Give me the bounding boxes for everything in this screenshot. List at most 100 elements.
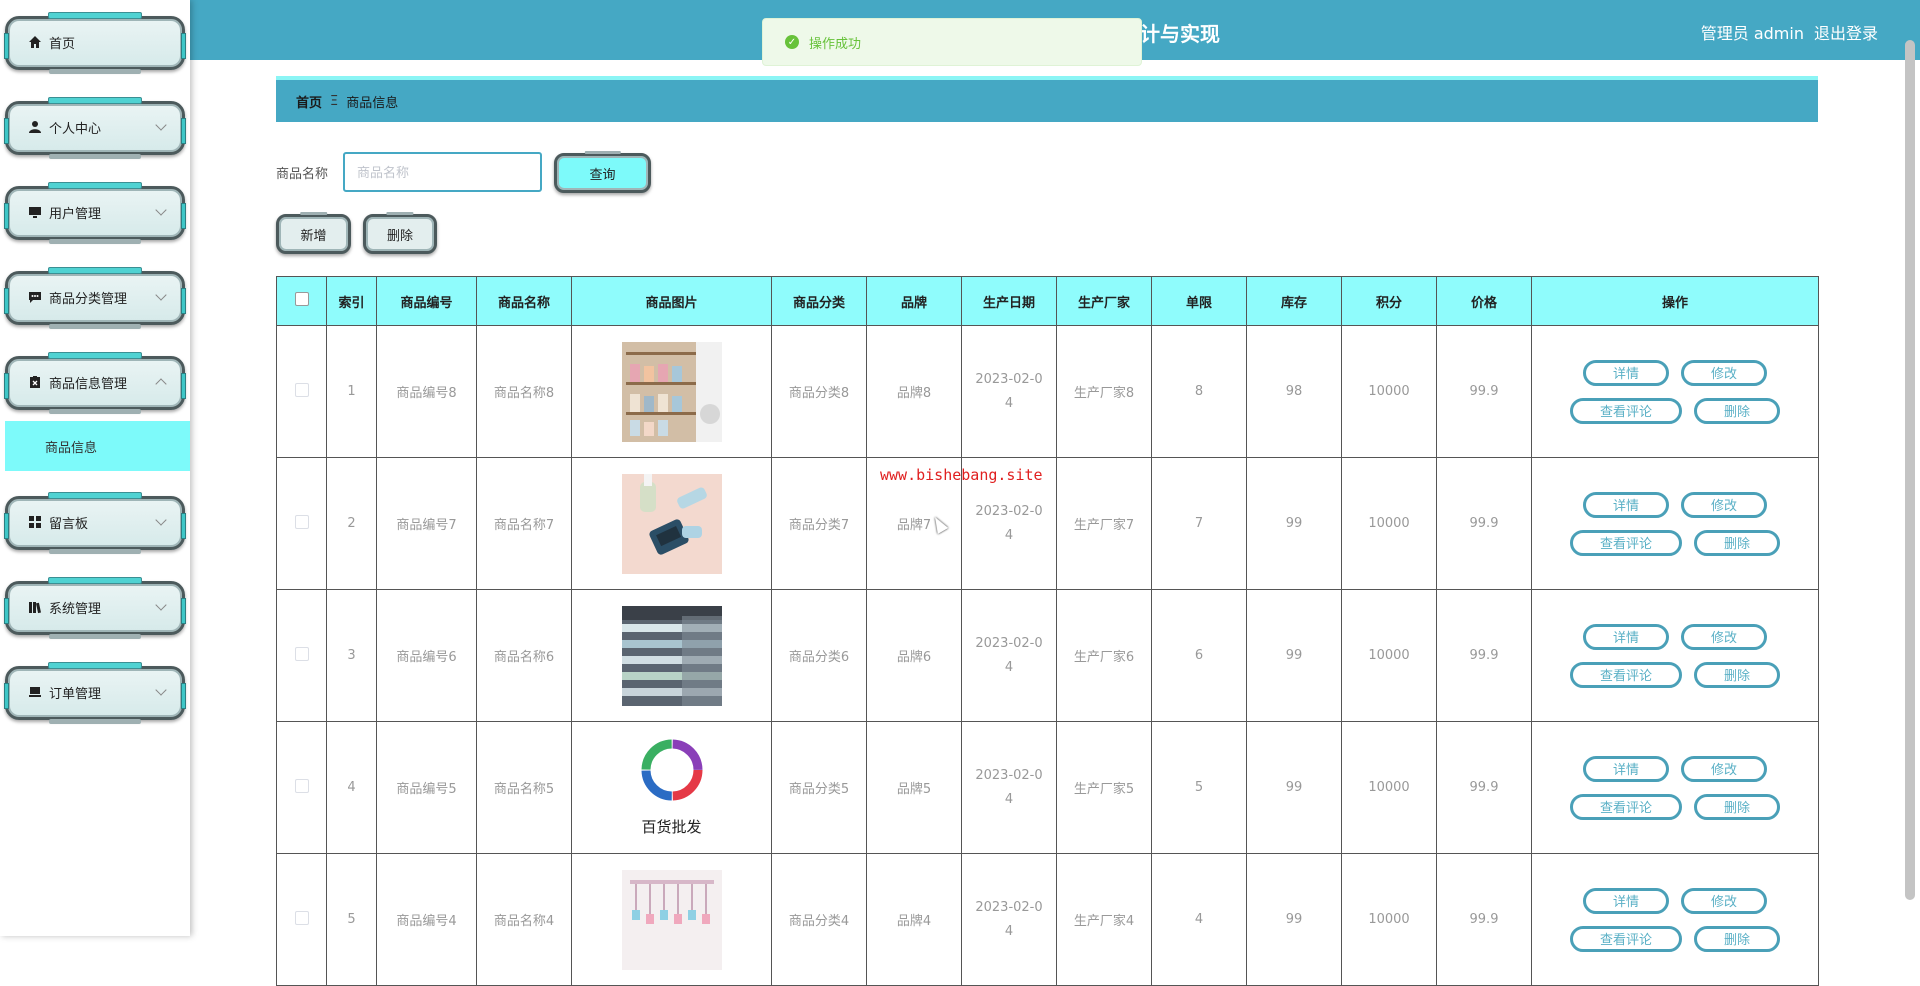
chevron-down-icon bbox=[155, 204, 167, 216]
cell-price: 99.9 bbox=[1436, 721, 1532, 854]
edit-button[interactable]: 修改 bbox=[1681, 755, 1767, 782]
chevron-down-icon bbox=[155, 514, 167, 526]
chevron-down-icon bbox=[155, 684, 167, 696]
sidebar-item-orders[interactable]: 订单管理 bbox=[4, 660, 186, 724]
cell-name: 商品名称8 bbox=[476, 325, 572, 458]
cell-maker: 生产厂家5 bbox=[1056, 721, 1152, 854]
cart-icon bbox=[27, 684, 43, 700]
cell-limit: 8 bbox=[1151, 325, 1247, 458]
detail-button[interactable]: 详情 bbox=[1583, 491, 1669, 518]
cell-maker: 生产厂家6 bbox=[1056, 589, 1152, 722]
query-button[interactable]: 查询 bbox=[554, 153, 651, 193]
row-checkbox[interactable] bbox=[294, 646, 309, 661]
column-header: 单限 bbox=[1151, 276, 1247, 326]
chat-icon bbox=[27, 289, 43, 305]
table-row: 2 商品编号7 商品名称7 商品分类7 品牌7 2023-02-04 生产厂家7… bbox=[276, 457, 1819, 590]
table-row: 5 商品编号4 商品名称4 商品分类4 品牌4 2023-02-04 生产厂家4… bbox=[276, 853, 1819, 986]
cell-category: 商品分类8 bbox=[771, 325, 867, 458]
batch-delete-button[interactable]: 删除 bbox=[363, 214, 437, 254]
cell-brand: 品牌4 bbox=[866, 853, 962, 986]
delete-button[interactable]: 删除 bbox=[1694, 529, 1780, 556]
submenu-item-goods-info[interactable]: 商品信息 bbox=[5, 421, 190, 471]
cell-stock: 99 bbox=[1246, 853, 1342, 986]
delete-button[interactable]: 删除 bbox=[1694, 661, 1780, 688]
column-header: 商品图片 bbox=[571, 276, 772, 326]
column-header: 积分 bbox=[1341, 276, 1437, 326]
cell-name: 商品名称6 bbox=[476, 589, 572, 722]
user-label: 管理员 admin bbox=[1700, 24, 1804, 43]
detail-button[interactable]: 详情 bbox=[1583, 623, 1669, 650]
view-reviews-button[interactable]: 查看评论 bbox=[1570, 397, 1682, 424]
column-header: 生产日期 bbox=[961, 276, 1057, 326]
delete-button[interactable]: 删除 bbox=[1694, 397, 1780, 424]
edit-button[interactable]: 修改 bbox=[1681, 491, 1767, 518]
product-image-aisle[interactable] bbox=[621, 605, 722, 706]
product-image-logo[interactable]: 百货批发 bbox=[621, 737, 722, 838]
view-reviews-button[interactable]: 查看评论 bbox=[1570, 925, 1682, 952]
detail-button[interactable]: 详情 bbox=[1583, 359, 1669, 386]
sidebar-item-category[interactable]: 商品分类管理 bbox=[4, 265, 186, 329]
submenu-label: 商品信息 bbox=[45, 440, 98, 456]
delete-button[interactable]: 删除 bbox=[1694, 793, 1780, 820]
cell-index: 5 bbox=[326, 853, 377, 986]
cell-actions: 详情 修改 查看评论 删除 bbox=[1531, 325, 1819, 458]
cell-brand: 品牌6 bbox=[866, 589, 962, 722]
select-all-checkbox[interactable] bbox=[294, 292, 309, 306]
row-checkbox[interactable] bbox=[294, 910, 309, 925]
table-header-row: 索引 商品编号 商品名称 商品图片 商品分类 品牌 生产日期 生产厂家 单限 库… bbox=[276, 276, 1819, 326]
app-title: 计与实现 bbox=[1140, 22, 1220, 46]
sidebar-item-label: 个人中心 bbox=[49, 121, 102, 137]
sidebar-item-system[interactable]: 系统管理 bbox=[4, 575, 186, 639]
sidebar-item-goods[interactable]: 商品信息管理 bbox=[4, 350, 186, 414]
table-row: 4 商品编号5 商品名称5 百货批发 商品分类5 品牌5 2023-02-04 … bbox=[276, 721, 1819, 854]
page-scrollbar[interactable] bbox=[1905, 40, 1915, 900]
books-icon bbox=[27, 599, 43, 615]
edit-button[interactable]: 修改 bbox=[1681, 623, 1767, 650]
chevron-down-icon bbox=[155, 119, 167, 131]
product-image-hanger[interactable] bbox=[621, 869, 722, 970]
logout-link[interactable]: 退出登录 bbox=[1814, 20, 1878, 44]
sidebar: 首页 个人中心 用户管理 商品分类管理 商品信息管理 商品信息 留言板 系统管理… bbox=[0, 0, 190, 936]
row-checkbox[interactable] bbox=[294, 778, 309, 793]
watermark-text: www.bishebang.site bbox=[880, 466, 1043, 484]
cell-stock: 99 bbox=[1246, 589, 1342, 722]
column-header: 价格 bbox=[1436, 276, 1532, 326]
cell-price: 99.9 bbox=[1436, 589, 1532, 722]
cell-date: 2023-02-04 bbox=[961, 325, 1057, 458]
logo-caption: 百货批发 bbox=[641, 817, 702, 836]
row-checkbox[interactable] bbox=[294, 382, 309, 397]
detail-button[interactable]: 详情 bbox=[1583, 887, 1669, 914]
cell-code: 商品编号6 bbox=[376, 589, 477, 722]
product-image-shelf[interactable] bbox=[621, 341, 722, 442]
chevron-down-icon bbox=[155, 599, 167, 611]
cell-points: 10000 bbox=[1341, 457, 1437, 590]
sidebar-item-users[interactable]: 用户管理 bbox=[4, 180, 186, 244]
goods-table: 索引 商品编号 商品名称 商品图片 商品分类 品牌 生产日期 生产厂家 单限 库… bbox=[276, 276, 1819, 986]
cell-limit: 6 bbox=[1151, 589, 1247, 722]
view-reviews-button[interactable]: 查看评论 bbox=[1570, 661, 1682, 688]
edit-button[interactable]: 修改 bbox=[1681, 359, 1767, 386]
sidebar-item-label: 首页 bbox=[49, 36, 76, 52]
product-image-brush[interactable] bbox=[621, 473, 722, 574]
row-checkbox[interactable] bbox=[294, 514, 309, 529]
column-header: 商品编号 bbox=[376, 276, 477, 326]
sidebar-item-messages[interactable]: 留言板 bbox=[4, 490, 186, 554]
sidebar-item-profile[interactable]: 个人中心 bbox=[4, 95, 186, 159]
chevron-down-icon bbox=[155, 289, 167, 301]
cell-image bbox=[571, 853, 772, 986]
search-input[interactable] bbox=[343, 152, 542, 192]
delete-button[interactable]: 删除 bbox=[1694, 925, 1780, 952]
column-header: 库存 bbox=[1246, 276, 1342, 326]
breadcrumb-home[interactable]: 首页 bbox=[296, 92, 322, 111]
header-user-area: 管理员 admin 退出登录 bbox=[1701, 20, 1878, 44]
breadcrumb-separator: Ξ bbox=[330, 93, 339, 109]
cell-image: 百货批发 bbox=[571, 721, 772, 854]
sidebar-item-home[interactable]: 首页 bbox=[4, 10, 186, 74]
add-button[interactable]: 新增 bbox=[276, 214, 351, 254]
cell-image bbox=[571, 325, 772, 458]
detail-button[interactable]: 详情 bbox=[1583, 755, 1669, 782]
view-reviews-button[interactable]: 查看评论 bbox=[1570, 529, 1682, 556]
edit-button[interactable]: 修改 bbox=[1681, 887, 1767, 914]
view-reviews-button[interactable]: 查看评论 bbox=[1570, 793, 1682, 820]
cell-brand: 品牌8 bbox=[866, 325, 962, 458]
